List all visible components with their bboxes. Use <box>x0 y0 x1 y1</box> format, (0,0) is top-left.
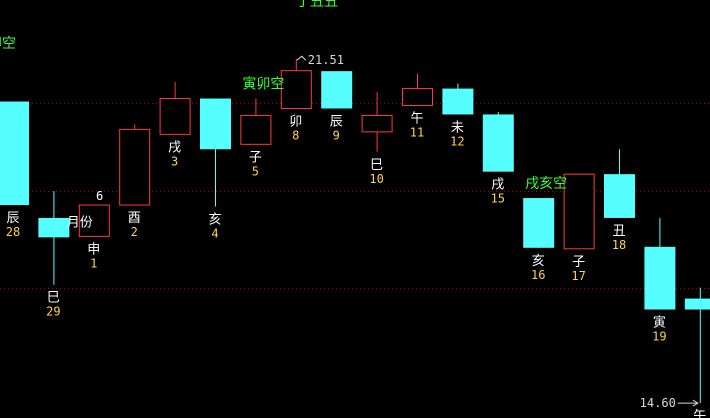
candle-branch-label-15: 丑 <box>612 224 625 239</box>
candle-day-label-5: 4 <box>211 227 218 241</box>
candle-body-16 <box>644 246 676 310</box>
candles <box>0 59 710 404</box>
candle-body-15 <box>604 174 635 218</box>
top-center-annotation: 丁丑丑 <box>296 0 338 10</box>
candle-branch-label-3: 酉 <box>128 211 141 226</box>
candle-branch-label-4: 戌 <box>168 140 181 155</box>
candle-body-17 <box>684 298 710 310</box>
candle-day-label-15: 18 <box>612 238 626 252</box>
small-number-label: 6 <box>96 189 103 203</box>
candle-body-9 <box>361 114 393 133</box>
candle-branch-label-0: 辰 <box>6 211 19 226</box>
candle-branch-label-9: 巳 <box>370 158 383 173</box>
candle-branch-label-2: 申 <box>87 242 100 257</box>
candle-body-11 <box>442 88 474 115</box>
candle-branch-label-14: 子 <box>572 255 585 270</box>
candle-day-label-11: 12 <box>450 134 464 148</box>
candlestick-chart: 辰28巳29申1酉2戌3亥4子5卯8辰9巳10午11 未12戌15亥16子17丑1… <box>0 0 710 418</box>
candle-branch-label-11: 未 <box>451 120 464 135</box>
candle-branch-label-13: 亥 <box>532 254 545 269</box>
top-left-annotation: 卯空 <box>0 36 16 52</box>
candle-day-label-6: 5 <box>252 164 259 178</box>
annotation-1: 戌亥空 <box>525 176 567 192</box>
candle-body-3 <box>119 128 151 206</box>
candle-day-label-13: 16 <box>531 268 545 282</box>
candle-body-5 <box>200 98 231 150</box>
candle-day-label-9: 10 <box>369 172 383 186</box>
candle-day-label-16: 19 <box>652 330 666 344</box>
candle-body-6 <box>240 114 272 145</box>
candle-day-label-8: 9 <box>333 128 340 142</box>
annotation-0: 寅卯空 <box>242 76 284 93</box>
candle-branch-label-6: 子 <box>249 150 262 165</box>
candle-body-0 <box>0 101 29 206</box>
candle-day-label-10: 11 <box>410 125 424 139</box>
candle-day-label-1: 29 <box>46 305 60 319</box>
candle-day-label-7: 8 <box>292 128 299 142</box>
candle-branch-label-1: 巳 <box>47 291 60 306</box>
candle-body-10 <box>402 88 433 106</box>
candle-day-label-4: 3 <box>171 154 178 168</box>
price-marker-arrow-0 <box>296 55 307 61</box>
candle-day-label-14: 17 <box>571 269 585 283</box>
candle-body-4 <box>159 98 191 135</box>
candle-branch-label-16: 寅 <box>653 315 666 331</box>
candle-branch-label-12: 戌 <box>491 178 504 193</box>
candle-day-label-0: 28 <box>6 225 20 239</box>
candle-body-7 <box>280 70 312 109</box>
candle-day-label-12: 15 <box>491 192 505 206</box>
price-marker-label-1: 14.60 <box>640 396 676 410</box>
candle-branch-label-10: 午 <box>410 111 423 126</box>
candle-labels: 辰28巳29申1酉2戌3亥4子5卯8辰9巳10午11 未12戌15亥16子17丑1… <box>6 111 707 418</box>
candle-body-8 <box>321 71 353 109</box>
candle-branch-label-17: 午 <box>693 409 706 418</box>
price-marker-label-0: 21.51 <box>308 53 344 67</box>
candle-branch-label-7: 卯 <box>289 114 302 129</box>
candle-body-12 <box>482 114 514 172</box>
candle-body-1 <box>38 217 70 238</box>
grid-lines <box>0 103 710 289</box>
candle-body-13 <box>523 198 555 248</box>
annotation-2: 月份 <box>67 215 93 230</box>
candle-branch-label-8: 辰 <box>330 114 343 129</box>
candle-day-label-3: 2 <box>131 225 138 239</box>
candle-body-14 <box>563 173 595 250</box>
candle-day-label-2: 1 <box>90 256 97 270</box>
candle-branch-label-5: 亥 <box>208 213 221 228</box>
